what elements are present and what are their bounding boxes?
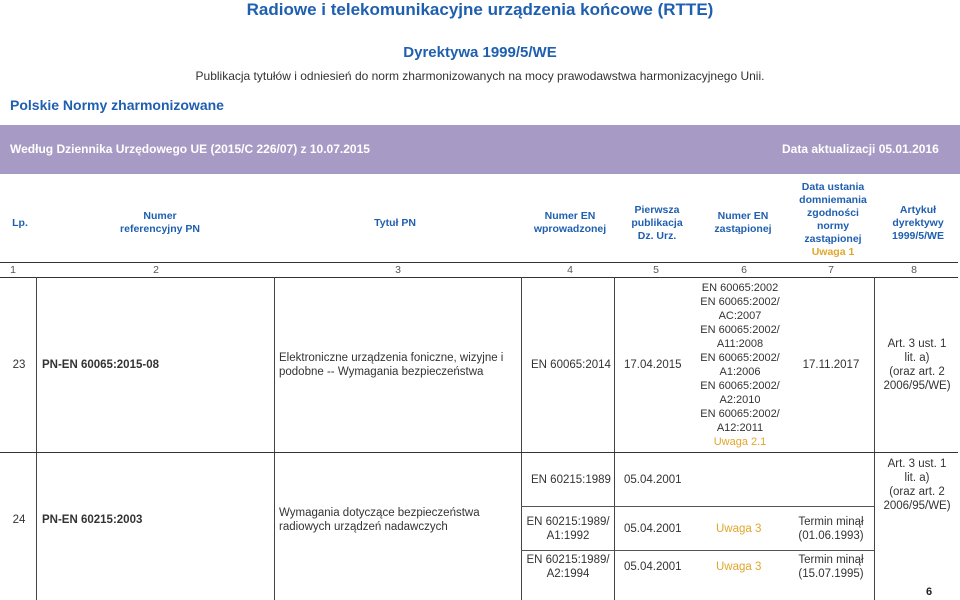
table-rule-top xyxy=(0,262,958,263)
replaced-item: EN 60065:2002/ xyxy=(700,408,780,420)
row-24-title: Wymagania dotyczące bezpieczeństwa radio… xyxy=(279,507,480,533)
table-rule-header xyxy=(0,277,958,278)
grid-line xyxy=(521,277,522,600)
replaced-item: A2:2010 xyxy=(719,394,761,406)
row-24-en-number-3: EN 60215:1989/A2:1994 xyxy=(526,554,610,580)
replaced-item: EN 60065:2002/ xyxy=(700,296,780,308)
col-number-5: 5 xyxy=(653,264,659,276)
publication-subtitle: Publikacja tytułów i odniesień do norm z… xyxy=(195,69,765,83)
row-23-article: Art. 3 ust. 1 lit. a) (oraz art. 2 2006/95… xyxy=(883,338,951,392)
header-lp: Lp. xyxy=(12,216,28,229)
section-label: Polskie Normy zharmonizowane xyxy=(10,97,224,113)
row-23-publication-date: 17.04.2015 xyxy=(624,359,682,371)
row-24-publication-date-1: 05.04.2001 xyxy=(624,474,682,486)
row-23-title: Elektroniczne urządzenia foniczne, wizyj… xyxy=(279,352,504,378)
row-24-publication-date-2: 05.04.2001 xyxy=(624,523,682,535)
header-first-publication: Pierwsza publikacja Dz. Urz. xyxy=(631,203,683,242)
replaced-item: EN 60065:2002/ xyxy=(700,324,780,336)
header-pn-number: Numer referencyjny PN xyxy=(120,210,200,235)
header-cessation-date: Data ustania domniemania zgodności normy za… xyxy=(799,181,867,259)
row-24-cessation-date-2: Termin minął (01.06.1993) xyxy=(798,516,864,542)
replaced-item: A1:2006 xyxy=(719,366,761,378)
replaced-item: EN 60065:2002/ xyxy=(700,380,780,392)
header-replaced-en: Numer EN zastąpionej xyxy=(714,210,772,235)
row-24-en-number-1: EN 60215:1989 xyxy=(531,474,611,486)
directive-title: Dyrektywa 1999/5/WE xyxy=(403,44,557,61)
row-24-cessation-date-3: Termin minął (15.07.1995) xyxy=(798,554,864,580)
subrow-separator xyxy=(521,506,874,507)
row-23-en-number: EN 60065:2014 xyxy=(531,359,611,371)
replaced-item: EN 60065:2002 xyxy=(701,282,779,294)
row-24-note-link-2[interactable]: Uwaga 3 xyxy=(716,508,786,550)
header-title: Tytuł PN xyxy=(374,216,416,229)
row-23-lp: 23 xyxy=(12,359,26,371)
col-number-7: 7 xyxy=(828,264,834,276)
row-24-en-number-2: EN 60215:1989/A1:1992 xyxy=(526,516,610,542)
grid-line xyxy=(36,277,37,600)
col-number-2: 2 xyxy=(153,264,159,276)
col-number-4: 4 xyxy=(567,264,573,276)
col-number-3: 3 xyxy=(395,264,401,276)
replaced-item: AC:2007 xyxy=(718,310,762,322)
row-24-pn-number: PN-EN 60215:2003 xyxy=(42,514,143,526)
row-24-publication-date-3: 05.04.2001 xyxy=(624,561,682,573)
grid-line xyxy=(874,277,875,600)
header-article: Artykuł dyrektywy 1999/5/WE xyxy=(892,203,944,242)
row-24-note-link-3[interactable]: Uwaga 3 xyxy=(716,552,786,582)
row-24-lp: 24 xyxy=(12,514,26,526)
row-separator xyxy=(0,452,958,453)
row-23-cessation-date: 17.11.2017 xyxy=(802,359,860,371)
replaced-item: A12:2011 xyxy=(716,422,764,434)
replaced-item: EN 60065:2002/ xyxy=(700,352,780,364)
col-number-6: 6 xyxy=(741,264,747,276)
header-en-number: Numer EN wprowadzonej xyxy=(533,210,607,235)
header-note-link[interactable]: Uwaga 1 xyxy=(812,246,855,259)
row-23-replaced-list: EN 60065:2002 EN 60065:2002/ AC:2007 EN … xyxy=(690,279,790,451)
document-title: Radiowe i telekomunikacyjne urządzenia k… xyxy=(246,0,714,19)
grid-line xyxy=(274,277,275,600)
row-23-note-link[interactable]: Uwaga 2.1 xyxy=(714,435,767,449)
journal-reference: Według Dziennika Urzędowego UE (2015/C 2… xyxy=(10,142,370,156)
replaced-item: A11:2008 xyxy=(716,338,764,350)
col-number-8: 8 xyxy=(911,264,917,276)
subrow-separator xyxy=(521,550,874,551)
update-date: Data aktualizacji 05.01.2016 xyxy=(782,142,939,156)
row-23-pn-number: PN-EN 60065:2015-08 xyxy=(42,359,159,371)
col-number-1: 1 xyxy=(10,264,16,276)
row-24-article: Art. 3 ust. 1 lit. a) (oraz art. 2 2006/95… xyxy=(883,458,951,512)
page-number: 6 xyxy=(926,586,933,598)
